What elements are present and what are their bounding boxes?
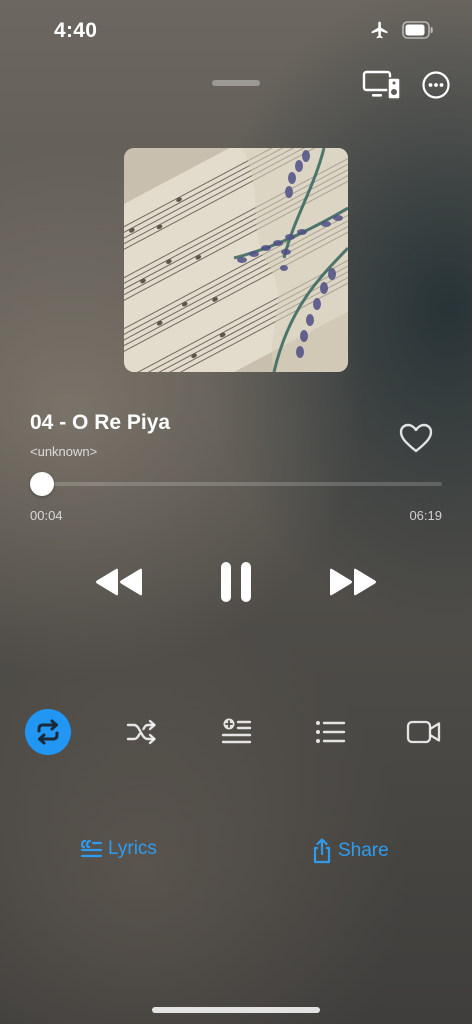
- share-link[interactable]: Share: [312, 838, 389, 864]
- more-options-button[interactable]: [416, 68, 456, 102]
- rewind-icon: [96, 568, 142, 596]
- rewind-button[interactable]: [92, 562, 146, 602]
- lyrics-link[interactable]: Lyrics: [80, 838, 157, 860]
- elapsed-time: 00:04: [30, 508, 63, 523]
- video-button[interactable]: [404, 714, 444, 750]
- airplane-icon: [371, 21, 388, 39]
- album-artwork: [124, 148, 348, 372]
- fast-forward-button[interactable]: [326, 562, 380, 602]
- add-to-queue-button[interactable]: [216, 714, 256, 750]
- shuffle-button[interactable]: [122, 714, 162, 750]
- pause-icon: [221, 562, 251, 602]
- cast-device-icon: [362, 70, 401, 100]
- shuffle-icon: [126, 719, 156, 745]
- pause-button[interactable]: [214, 560, 258, 604]
- favorite-button[interactable]: [398, 422, 434, 454]
- track-title: 04 - O Re Piya: [30, 411, 171, 434]
- playlist-icon: [316, 721, 346, 743]
- more-options-icon: [422, 71, 450, 99]
- add-to-queue-icon: [221, 718, 252, 744]
- cast-device-button[interactable]: [362, 68, 402, 102]
- lyrics-label: Lyrics: [108, 838, 157, 859]
- video-icon: [406, 720, 441, 744]
- repeat-icon: [37, 719, 59, 745]
- fast-forward-icon: [330, 568, 376, 596]
- lyrics-icon: [80, 839, 102, 858]
- sheet-grabber[interactable]: [212, 80, 260, 86]
- progress-track[interactable]: [30, 482, 442, 486]
- status-time: 4:40: [54, 19, 98, 42]
- track-artist: <unknown>: [30, 444, 98, 459]
- battery-icon: [402, 21, 433, 39]
- status-icons: [370, 20, 434, 40]
- progress-knob[interactable]: [30, 472, 55, 496]
- share-icon: [313, 838, 331, 864]
- total-time: 06:19: [409, 508, 442, 523]
- home-indicator[interactable]: [152, 1007, 320, 1013]
- repeat-button[interactable]: [25, 709, 71, 755]
- playlist-button[interactable]: [310, 714, 350, 750]
- share-label: Share: [338, 840, 389, 861]
- heart-icon: [399, 423, 433, 453]
